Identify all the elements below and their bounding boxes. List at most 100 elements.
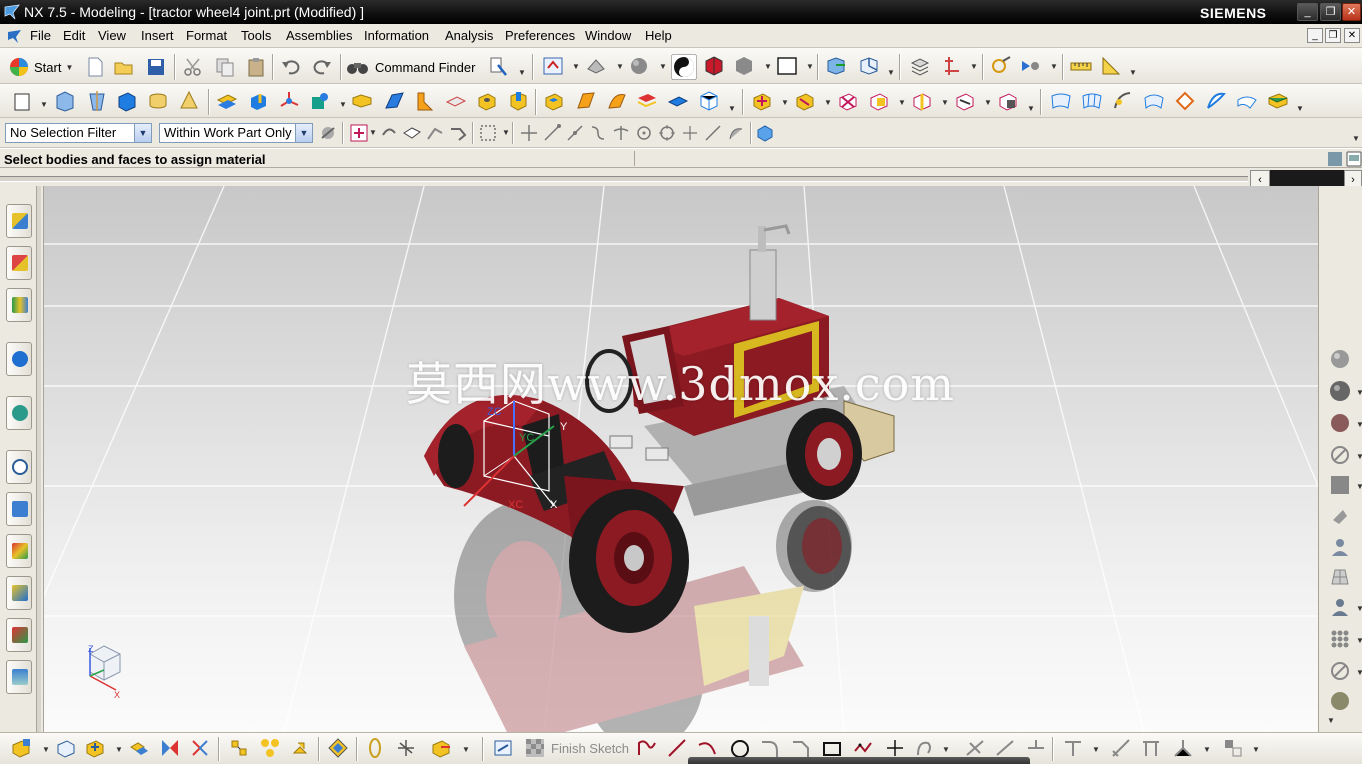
n-sided-surface-icon[interactable] [1205, 90, 1227, 112]
snap-arc-center-icon[interactable] [634, 123, 654, 143]
roles-tab[interactable] [6, 618, 32, 652]
point-icon[interactable] [309, 90, 331, 112]
general-selection-filter-icon[interactable] [318, 123, 338, 143]
copy-icon[interactable] [214, 56, 236, 78]
camera-icon[interactable] [1329, 536, 1351, 558]
wcs-display-icon[interactable] [858, 55, 880, 77]
split-body-icon[interactable] [868, 90, 890, 112]
mirror-feature-icon[interactable] [794, 90, 816, 112]
fit-view-icon[interactable] [542, 55, 564, 77]
type-filter-dropdown[interactable]: No Selection Filter ▼ [5, 123, 152, 143]
line-icon[interactable] [666, 737, 688, 759]
measure-angle-icon[interactable] [1100, 55, 1122, 77]
deselect-all-icon[interactable] [379, 123, 399, 143]
feature-face-icon[interactable] [402, 123, 422, 143]
revolve-icon[interactable] [86, 90, 108, 112]
disable-effects-icon[interactable] [1329, 660, 1351, 682]
assembly-cut-icon[interactable] [430, 737, 452, 759]
pocket-icon[interactable] [543, 90, 565, 112]
nx-app-icon[interactable] [4, 4, 20, 20]
document-menu-icon[interactable] [7, 28, 23, 44]
constraint-navigator-tab[interactable] [6, 246, 32, 280]
wave-link-icon[interactable] [290, 737, 312, 759]
show-all-constraints-icon[interactable] [1140, 737, 1162, 759]
shaded-icon[interactable] [733, 55, 755, 77]
system-scenes-tab[interactable] [6, 660, 32, 694]
background-panel-icon[interactable] [1329, 474, 1351, 496]
menu-preferences[interactable]: Preferences [505, 28, 575, 43]
shell-icon[interactable] [445, 90, 467, 112]
profile-icon[interactable] [636, 737, 658, 759]
shaded-material-sphere-icon[interactable] [1329, 380, 1351, 402]
cut-icon[interactable] [182, 56, 204, 78]
curve-rule-icon[interactable] [425, 123, 445, 143]
snap-intersection-icon[interactable] [611, 123, 631, 143]
rectangle-selection-icon[interactable] [478, 123, 498, 143]
start-button[interactable]: Start ▼ [8, 55, 73, 79]
constraints-icon[interactable] [1062, 737, 1084, 759]
quick-pick-icon[interactable] [1020, 55, 1042, 77]
cone-icon[interactable] [178, 90, 200, 112]
bounded-plane-icon[interactable] [1174, 90, 1196, 112]
sew-icon[interactable] [997, 90, 1019, 112]
route-manager-icon[interactable] [395, 737, 417, 759]
studio-material-sphere-icon[interactable] [1329, 348, 1351, 370]
part-navigator-tab[interactable] [6, 288, 32, 322]
snap-end-point-icon[interactable] [542, 123, 562, 143]
minimize-button[interactable]: _ [1297, 3, 1318, 21]
mdi-minimize-button[interactable]: _ [1307, 28, 1323, 43]
pad-icon[interactable] [575, 90, 597, 112]
offset-face-icon[interactable] [911, 90, 933, 112]
snap-existing-point-icon[interactable] [519, 123, 539, 143]
fillet-icon[interactable] [759, 737, 781, 759]
rotate-view-icon[interactable] [585, 55, 607, 77]
animate-dimension-icon[interactable] [1172, 737, 1194, 759]
finish-sketch-button[interactable]: Finish Sketch [524, 737, 629, 759]
web-browser-tab[interactable] [6, 396, 32, 430]
snap-bounded-grid-icon[interactable] [726, 123, 746, 143]
menu-view[interactable]: View [98, 28, 126, 43]
roles-icon[interactable] [1327, 151, 1343, 167]
edge-blend-icon[interactable] [383, 90, 405, 112]
assembly-constraints-icon[interactable] [189, 737, 211, 759]
menu-format[interactable]: Format [186, 28, 227, 43]
move-to-layer-icon[interactable] [941, 55, 963, 77]
make-corner-icon[interactable] [1025, 737, 1047, 759]
arc-icon[interactable] [696, 737, 718, 759]
extrude-icon[interactable] [54, 90, 76, 112]
close-button[interactable]: ✕ [1342, 3, 1361, 21]
through-curves-icon[interactable] [1050, 90, 1072, 112]
menu-file[interactable]: File [30, 28, 51, 43]
process-studio-tab[interactable] [6, 576, 32, 610]
selection-scope-dropdown[interactable]: Within Work Part Only ▼ [159, 123, 313, 143]
create-array-icon[interactable] [84, 737, 106, 759]
history-tab[interactable] [6, 450, 32, 484]
scale-body-icon[interactable] [954, 90, 976, 112]
snap-point-on-face-icon[interactable] [703, 123, 723, 143]
chevron-down-icon[interactable]: ▼ [134, 124, 151, 142]
measure-distance-icon[interactable] [1070, 55, 1092, 77]
datum-csys-icon[interactable] [278, 90, 300, 112]
mdi-restore-button[interactable]: ❐ [1325, 28, 1341, 43]
background-icon[interactable] [776, 55, 798, 77]
maximize-button[interactable]: ❐ [1320, 3, 1341, 21]
snap-point-on-curve-icon[interactable] [680, 123, 700, 143]
command-finder-button[interactable]: Command Finder [346, 55, 475, 79]
paste-icon[interactable] [245, 56, 267, 78]
datum-axis-icon[interactable] [247, 90, 269, 112]
system-materials-tab[interactable] [6, 534, 32, 568]
menu-assemblies[interactable]: Assemblies [286, 28, 352, 43]
undo-icon[interactable] [280, 56, 302, 78]
clearance-analysis-icon[interactable] [364, 737, 386, 759]
new-file-icon[interactable] [84, 56, 106, 78]
floor-grid-icon[interactable] [1329, 566, 1351, 588]
render-style-icon[interactable] [671, 54, 697, 80]
menu-analysis[interactable]: Analysis [445, 28, 493, 43]
status-window-icon[interactable] [1346, 151, 1362, 167]
menu-insert[interactable]: Insert [141, 28, 174, 43]
through-curve-mesh-icon[interactable] [1081, 90, 1103, 112]
point-sketch-icon[interactable] [884, 737, 906, 759]
auto-dimension-icon[interactable] [1110, 737, 1132, 759]
open-folder-icon[interactable] [113, 56, 135, 78]
reuse-library-tab[interactable] [6, 492, 32, 526]
